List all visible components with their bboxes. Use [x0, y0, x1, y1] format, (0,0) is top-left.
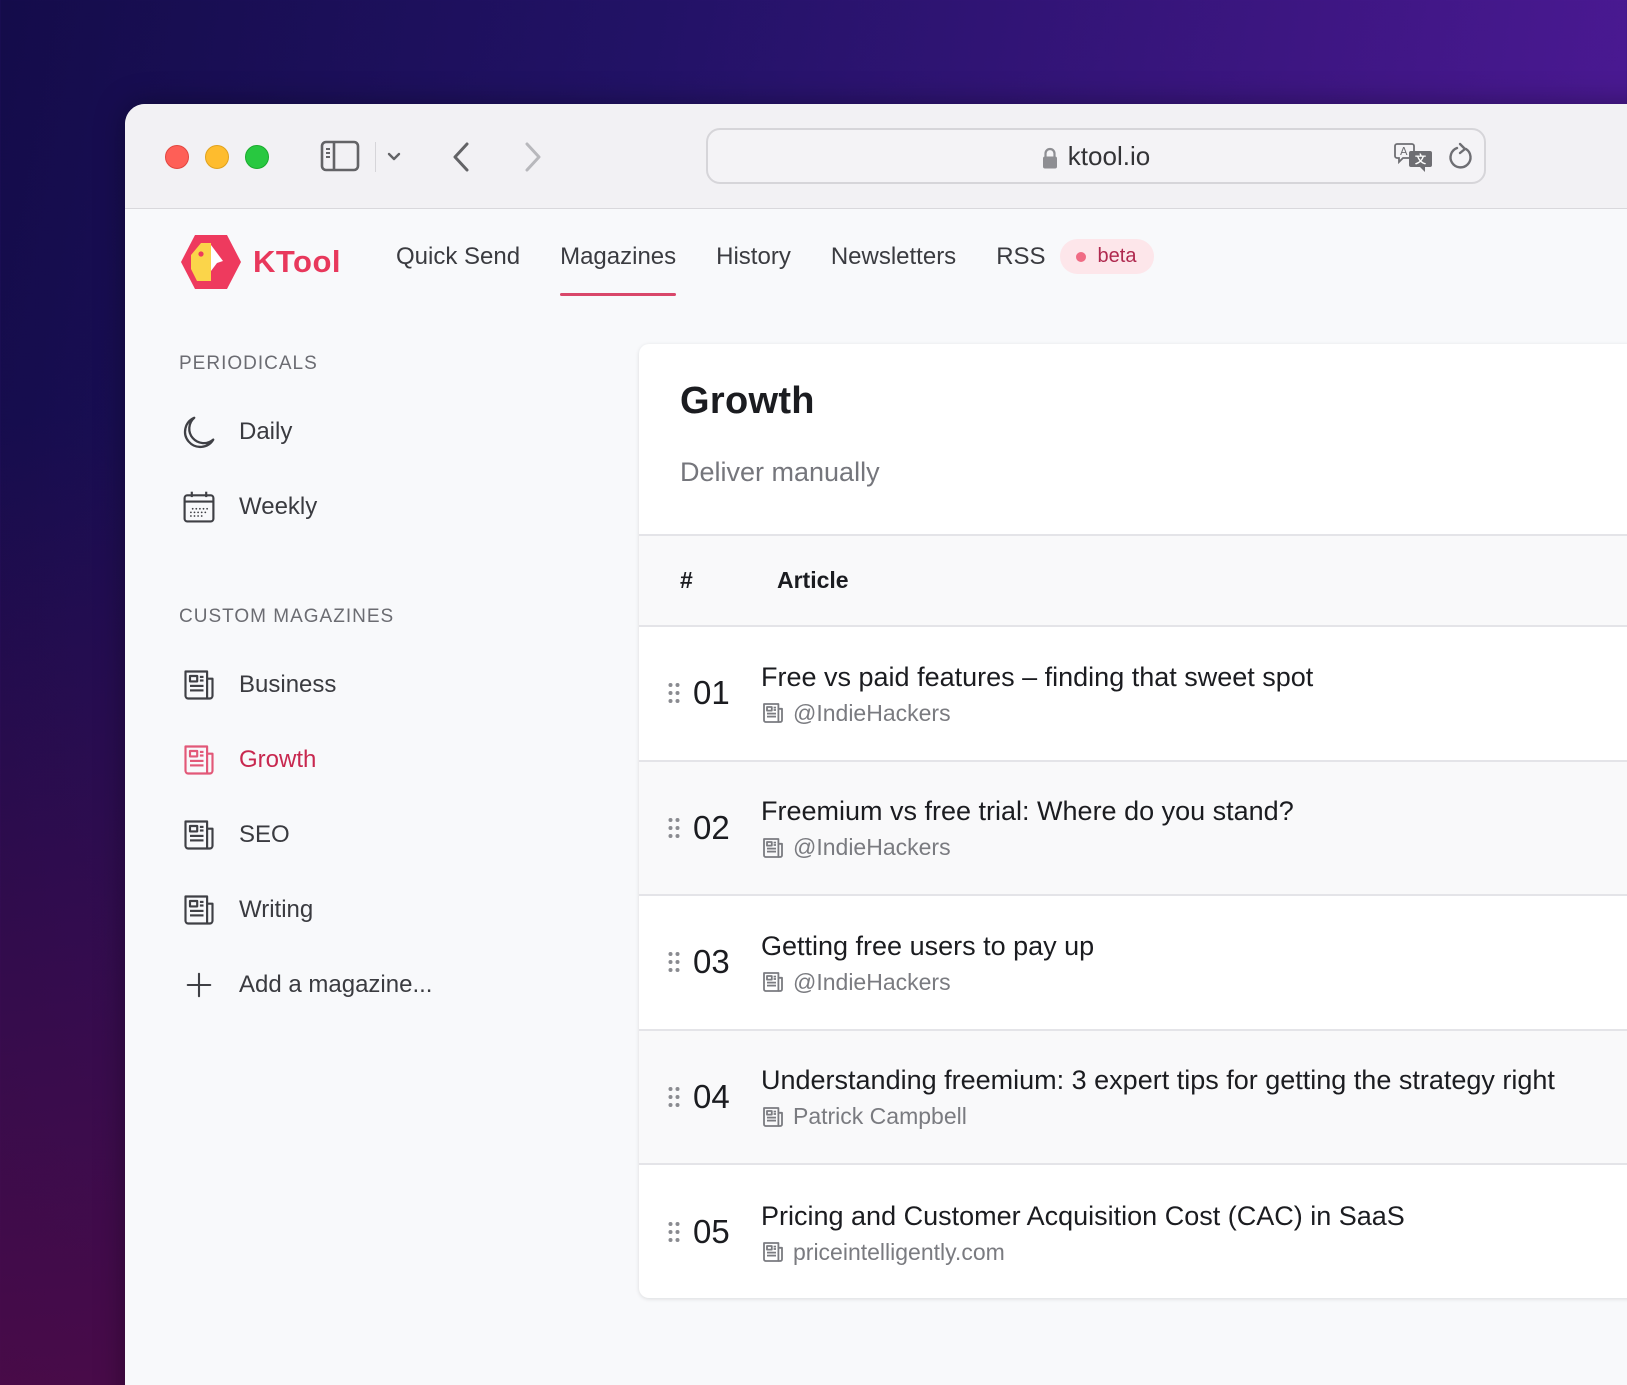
page-title: Growth — [680, 380, 1627, 423]
table-row[interactable]: 04 Understanding freemium: 3 expert tips… — [639, 1031, 1627, 1166]
delivery-mode: Deliver manually — [680, 457, 1627, 488]
sidebar-item-daily[interactable]: Daily — [179, 394, 599, 469]
article-source: priceintelligently.com — [793, 1239, 1005, 1266]
address-bar[interactable]: ktool.io A 文 — [706, 128, 1486, 184]
article-number: 05 — [681, 1213, 761, 1251]
magazine-header: Growth Deliver manually — [639, 344, 1627, 536]
newspaper-icon — [761, 1105, 785, 1129]
article-source: @IndieHackers — [793, 700, 951, 727]
newspaper-icon — [761, 836, 785, 860]
minimize-window-button[interactable] — [205, 145, 229, 169]
table-row[interactable]: 02 Freemium vs free trial: Where do you … — [639, 762, 1627, 897]
brand-logo[interactable]: KTool — [179, 233, 341, 291]
status-dot-icon — [1076, 252, 1086, 262]
sidebar-item-label: Writing — [239, 896, 313, 924]
column-header-number: # — [639, 567, 777, 594]
sidebar-item-growth[interactable]: Growth — [179, 722, 599, 797]
nav-newsletters[interactable]: Newsletters — [811, 209, 976, 304]
svg-text:A: A — [1400, 145, 1408, 158]
zoom-window-button[interactable] — [245, 145, 269, 169]
article-number: 01 — [681, 674, 761, 712]
beta-label: beta — [1098, 245, 1137, 268]
article-title[interactable]: Pricing and Customer Acquisition Cost (C… — [761, 1199, 1405, 1233]
translate-icon[interactable]: A 文 — [1394, 142, 1434, 174]
article-title[interactable]: Getting free users to pay up — [761, 929, 1094, 963]
nav-label: Newsletters — [831, 243, 956, 271]
plus-icon — [179, 965, 219, 1005]
add-magazine-button[interactable]: Add a magazine... — [179, 947, 599, 1022]
lock-icon — [1042, 145, 1058, 167]
nav-label: History — [716, 243, 791, 271]
drag-handle-icon[interactable] — [667, 816, 681, 840]
app-header: KTool Quick Send Magazines History Newsl… — [125, 209, 1627, 304]
section-label-periodicals: PERIODICALS — [179, 349, 599, 379]
browser-toolbar: ktool.io A 文 — [125, 104, 1627, 209]
newspaper-icon — [179, 815, 219, 855]
magazine-card: Growth Deliver manually # Article 01 Fre… — [639, 344, 1627, 1298]
toolbar-divider — [375, 142, 376, 172]
beta-badge: beta — [1060, 239, 1155, 274]
sidebar: PERIODICALS Daily — [179, 349, 599, 1022]
nav-magazines[interactable]: Magazines — [540, 209, 696, 304]
nav-rss[interactable]: RSS — [976, 209, 1065, 304]
url-text: ktool.io — [1068, 141, 1150, 172]
drag-handle-icon[interactable] — [667, 1085, 681, 1109]
newspaper-icon — [179, 665, 219, 705]
article-number: 03 — [681, 943, 761, 981]
browser-window: ktool.io A 文 — [125, 104, 1627, 1385]
column-header-article: Article — [777, 567, 849, 594]
drag-handle-icon[interactable] — [667, 950, 681, 974]
sidebar-item-writing[interactable]: Writing — [179, 872, 599, 947]
sidebar-item-seo[interactable]: SEO — [179, 797, 599, 872]
article-list: 01 Free vs paid features – finding that … — [639, 627, 1627, 1298]
ktool-logo-icon — [179, 233, 243, 291]
table-row[interactable]: 05 Pricing and Customer Acquisition Cost… — [639, 1165, 1627, 1298]
table-header: # Article — [639, 536, 1627, 627]
table-row[interactable]: 03 Getting free users to pay up @IndieHa… — [639, 896, 1627, 1031]
newspaper-icon — [761, 970, 785, 994]
drag-handle-icon[interactable] — [667, 681, 681, 705]
moon-icon — [179, 412, 219, 452]
section-label-custom-magazines: CUSTOM MAGAZINES — [179, 602, 599, 632]
article-title[interactable]: Freemium vs free trial: Where do you sta… — [761, 794, 1294, 828]
svg-text:文: 文 — [1415, 152, 1427, 166]
sidebar-item-weekly[interactable]: Weekly — [179, 469, 599, 544]
article-source: @IndieHackers — [793, 834, 951, 861]
nav-quick-send[interactable]: Quick Send — [376, 209, 540, 304]
chevron-left-icon[interactable] — [447, 140, 477, 174]
sidebar-item-label: Daily — [239, 418, 292, 446]
newspaper-icon — [761, 1240, 785, 1264]
chevron-down-icon[interactable] — [383, 146, 405, 168]
sidebar-item-label: Weekly — [239, 493, 317, 521]
nav-label: Magazines — [560, 243, 676, 271]
sidebar-item-label: SEO — [239, 821, 290, 849]
article-number: 02 — [681, 809, 761, 847]
chevron-right-icon[interactable] — [517, 140, 547, 174]
close-window-button[interactable] — [165, 145, 189, 169]
article-source: @IndieHackers — [793, 969, 951, 996]
reload-icon[interactable] — [1446, 142, 1474, 172]
sidebar-item-business[interactable]: Business — [179, 647, 599, 722]
article-source: Patrick Campbell — [793, 1103, 967, 1130]
nav-history[interactable]: History — [696, 209, 811, 304]
sidebar-icon[interactable] — [320, 140, 360, 172]
article-title[interactable]: Free vs paid features – finding that swe… — [761, 660, 1313, 694]
sidebar-item-label: Business — [239, 671, 336, 699]
sidebar-item-label: Growth — [239, 746, 316, 774]
add-magazine-label: Add a magazine... — [239, 971, 432, 999]
article-number: 04 — [681, 1078, 761, 1116]
nav-label: Quick Send — [396, 243, 520, 271]
article-title[interactable]: Understanding freemium: 3 expert tips fo… — [761, 1063, 1555, 1097]
newspaper-icon — [179, 740, 219, 780]
calendar-icon — [179, 487, 219, 527]
main-nav: Quick Send Magazines History Newsletters… — [376, 209, 1154, 304]
table-row[interactable]: 01 Free vs paid features – finding that … — [639, 627, 1627, 762]
newspaper-icon — [761, 701, 785, 725]
brand-name: KTool — [253, 244, 341, 280]
drag-handle-icon[interactable] — [667, 1220, 681, 1244]
nav-label: RSS — [996, 243, 1045, 271]
newspaper-icon — [179, 890, 219, 930]
